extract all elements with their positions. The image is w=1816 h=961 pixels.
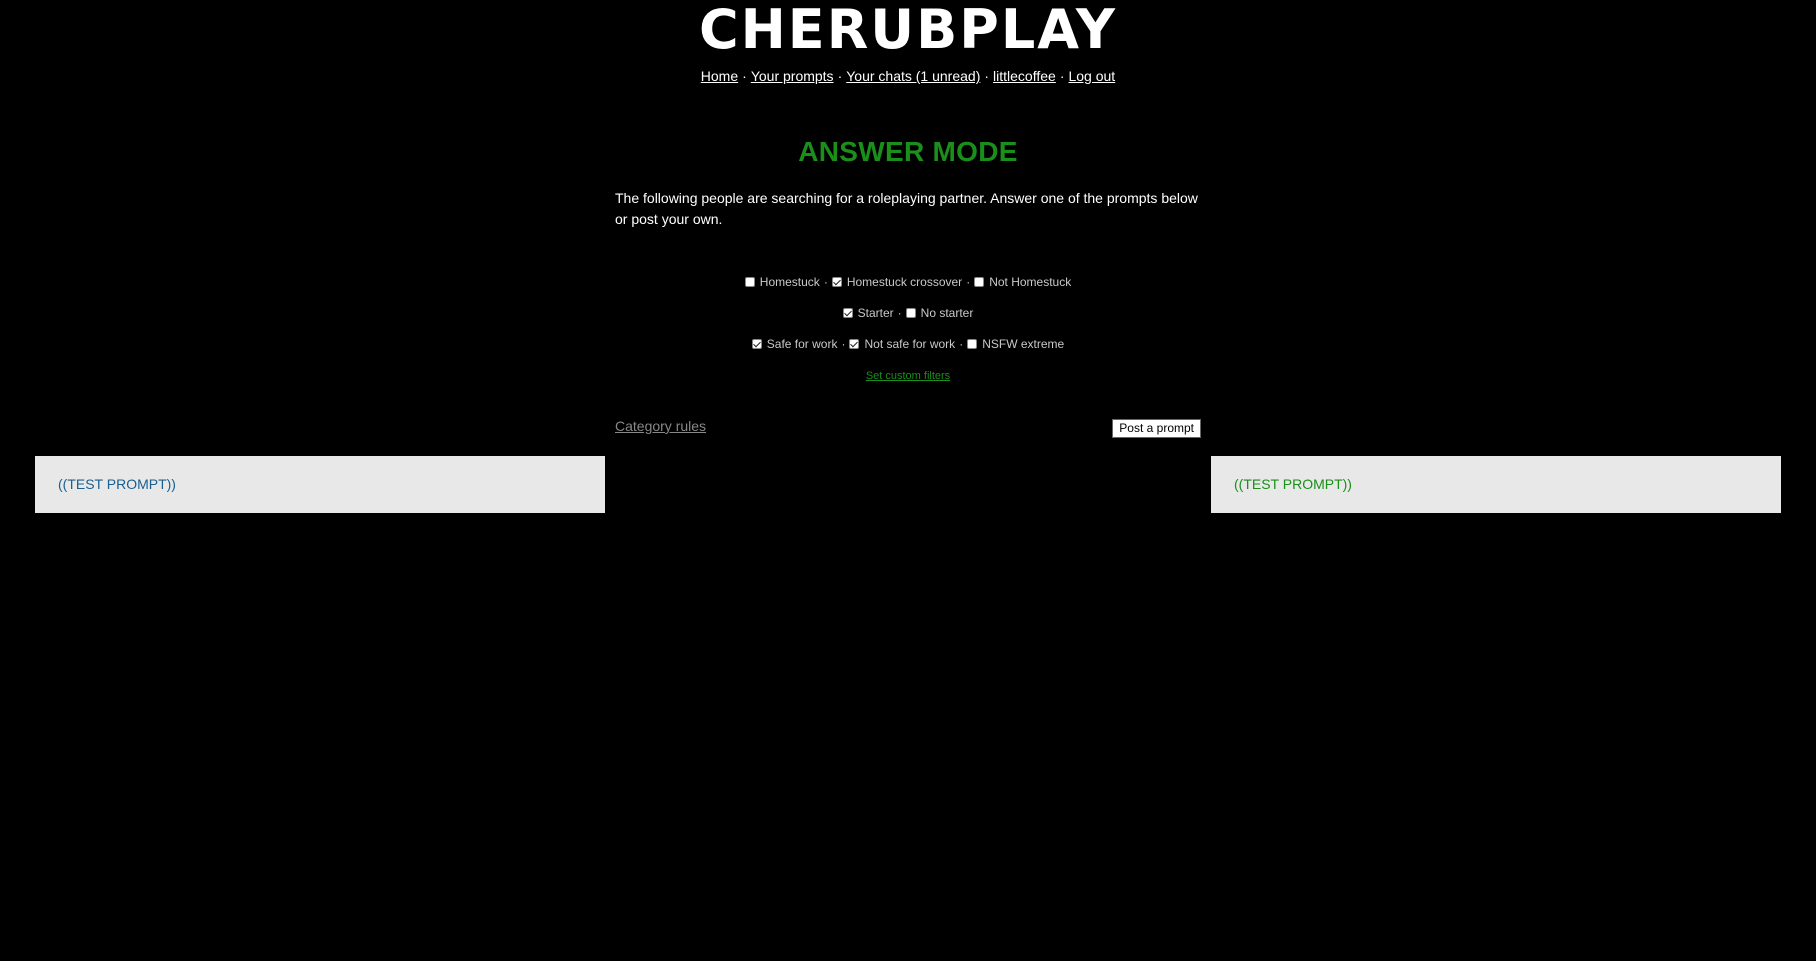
filter-nsfw-extreme[interactable]: NSFW extreme bbox=[967, 337, 1064, 351]
nav-your-prompts[interactable]: Your prompts bbox=[751, 68, 834, 84]
cherubplay-logo: CHERUBPLAY bbox=[699, 2, 1117, 58]
filters: Homestuck · Homestuck crossover · Not Homest… bbox=[615, 274, 1201, 382]
logo-text: CHERUBPLAY bbox=[699, 2, 1117, 58]
prompt-card[interactable]: ((TEST PROMPT)) bbox=[1211, 456, 1781, 513]
nav-log-out[interactable]: Log out bbox=[1068, 68, 1115, 84]
checkbox[interactable] bbox=[967, 339, 978, 349]
page-title: ANSWER MODE bbox=[798, 136, 1018, 167]
site-logo[interactable]: CHERUBPLAY bbox=[0, 0, 1816, 58]
checkbox[interactable] bbox=[831, 277, 842, 287]
checkbox[interactable] bbox=[974, 277, 985, 287]
checkbox[interactable] bbox=[842, 308, 853, 318]
filter-not-safe-for-work[interactable]: Not safe for work bbox=[849, 337, 955, 351]
main-nav: Home · Your prompts · Your chats (1 unread) ·… bbox=[0, 68, 1816, 84]
filter-starter[interactable]: Starter bbox=[842, 306, 894, 320]
filter-row-maturity: Safe for work · Not safe for work · NSFW ext… bbox=[615, 336, 1201, 367]
category-rules-link[interactable]: Category rules bbox=[615, 418, 706, 434]
checkbox[interactable] bbox=[849, 339, 860, 349]
filter-safe-for-work[interactable]: Safe for work bbox=[751, 337, 837, 351]
filter-row-starter: Starter · No starter bbox=[615, 305, 1201, 336]
filter-no-starter[interactable]: No starter bbox=[905, 306, 973, 320]
filter-row-fandom: Homestuck · Homestuck crossover · Not Homest… bbox=[615, 274, 1201, 305]
filter-homestuck[interactable]: Homestuck bbox=[744, 275, 820, 289]
nav-separator: · bbox=[1059, 68, 1065, 84]
nav-separator: · bbox=[837, 68, 843, 84]
prompt-card[interactable]: ((TEST PROMPT)) bbox=[35, 456, 605, 513]
filter-not-homestuck[interactable]: Not Homestuck bbox=[974, 275, 1071, 289]
prompt-text: ((TEST PROMPT)) bbox=[58, 476, 176, 492]
checkbox[interactable] bbox=[905, 308, 916, 318]
answer-mode-section: ANSWER MODE The following people are sea… bbox=[615, 126, 1201, 382]
nav-your-chats[interactable]: Your chats (1 unread) bbox=[846, 68, 980, 84]
checkbox[interactable] bbox=[744, 277, 755, 287]
set-custom-filters-link[interactable]: Set custom filters bbox=[615, 370, 1201, 382]
nav-home[interactable]: Home bbox=[701, 68, 738, 84]
actions-row: Category rules Post a prompt bbox=[615, 418, 1201, 440]
checkbox[interactable] bbox=[751, 339, 762, 349]
nav-user[interactable]: littlecoffee bbox=[993, 68, 1056, 84]
post-prompt-button[interactable]: Post a prompt bbox=[1112, 419, 1201, 438]
prompt-text: ((TEST PROMPT)) bbox=[1234, 476, 1352, 492]
filter-homestuck-crossover[interactable]: Homestuck crossover bbox=[831, 275, 962, 289]
nav-separator: · bbox=[742, 68, 747, 84]
intro-text: The following people are searching for a… bbox=[615, 190, 1198, 227]
nav-separator: · bbox=[984, 68, 990, 84]
